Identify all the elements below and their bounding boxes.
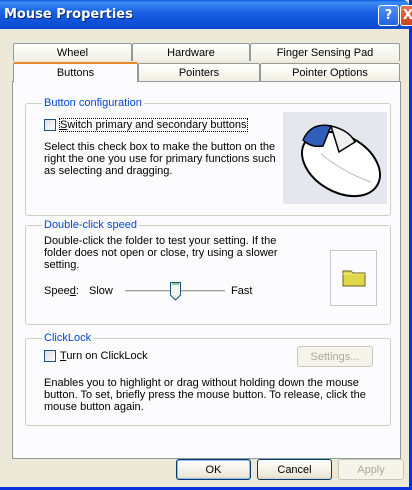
tab-page-buttons: Button configuration Switch primary and … (12, 81, 401, 459)
tab-finger-sensing-pad[interactable]: Finger Sensing Pad (250, 43, 400, 61)
clicklock-checkbox[interactable] (44, 350, 56, 362)
folder-test-area[interactable] (330, 250, 377, 306)
double-click-speed-title: Double-click speed (42, 219, 139, 231)
button-config-description-line1: Select this check box to make the button… (44, 141, 276, 153)
button-configuration-title: Button configuration (42, 97, 144, 109)
apply-button-label: Apply (357, 463, 385, 476)
clicklock-title: ClickLock (42, 332, 94, 344)
switch-buttons-label[interactable]: Switch primary and secondary buttons (59, 118, 248, 132)
speed-label-colon: : (75, 285, 79, 297)
clicklock-description-line2: button. To set, briefly press the mouse … (44, 389, 366, 401)
tab-pointers[interactable]: Pointers (138, 63, 260, 81)
switch-buttons-label-text: witch primary and secondary buttons (67, 119, 247, 131)
button-config-description-line2: right the one you use for primary functi… (44, 153, 276, 165)
switch-buttons-checkbox[interactable] (44, 119, 56, 131)
button-config-description-line3: as selecting and dragging. (44, 165, 173, 177)
title-bar[interactable]: Mouse Properties ? X (0, 0, 412, 29)
slow-label: Slow (89, 285, 113, 297)
tab-label: Pointer Options (292, 66, 368, 79)
double-click-description-line1: Double-click the folder to test your set… (44, 235, 277, 247)
cancel-button-label: Cancel (277, 463, 312, 476)
speed-label: Speed: (44, 285, 79, 297)
tab-label: Wheel (56, 46, 89, 59)
clicklock-description-line1: Enables you to highlight or drag without… (44, 377, 359, 389)
clicklock-description-line3: mouse button again. (44, 401, 144, 413)
clicklock-label[interactable]: Turn on ClickLock (60, 350, 148, 362)
close-icon: X (403, 8, 412, 23)
help-button[interactable]: ? (378, 5, 399, 26)
tab-pointer-options[interactable]: Pointer Options (260, 63, 400, 81)
folder-icon (342, 267, 366, 287)
double-click-description-line2: folder does not open or close, try using… (44, 247, 278, 259)
tab-label: Buttons (56, 67, 95, 79)
clicklock-label-text: urn on ClickLock (66, 350, 148, 362)
mouse-properties-window: Mouse Properties ? X Wheel Hardware Fing… (0, 0, 412, 490)
speed-slider-thumb[interactable] (169, 282, 181, 301)
tab-label: Pointers (178, 66, 220, 79)
help-icon: ? (384, 8, 393, 23)
close-button[interactable]: X (400, 5, 412, 26)
tab-hardware[interactable]: Hardware (132, 43, 250, 61)
double-click-description-line3: setting. (44, 259, 80, 271)
settings-button-label: Settings... (310, 350, 360, 363)
mouse-icon (283, 112, 387, 204)
apply-button[interactable]: Apply (338, 459, 404, 480)
cancel-button[interactable]: Cancel (257, 459, 332, 480)
tab-buttons[interactable]: Buttons (13, 62, 138, 82)
window-title: Mouse Properties (4, 7, 133, 22)
clicklock-settings-button[interactable]: Settings... (297, 346, 373, 367)
tab-wheel[interactable]: Wheel (13, 43, 132, 61)
ok-button[interactable]: OK (176, 459, 251, 480)
ok-button-label: OK (205, 463, 222, 476)
tab-label: Hardware (167, 46, 215, 59)
fast-label: Fast (231, 285, 253, 297)
tab-label: Finger Sensing Pad (276, 46, 374, 59)
speed-label-text: Spee (44, 285, 70, 297)
